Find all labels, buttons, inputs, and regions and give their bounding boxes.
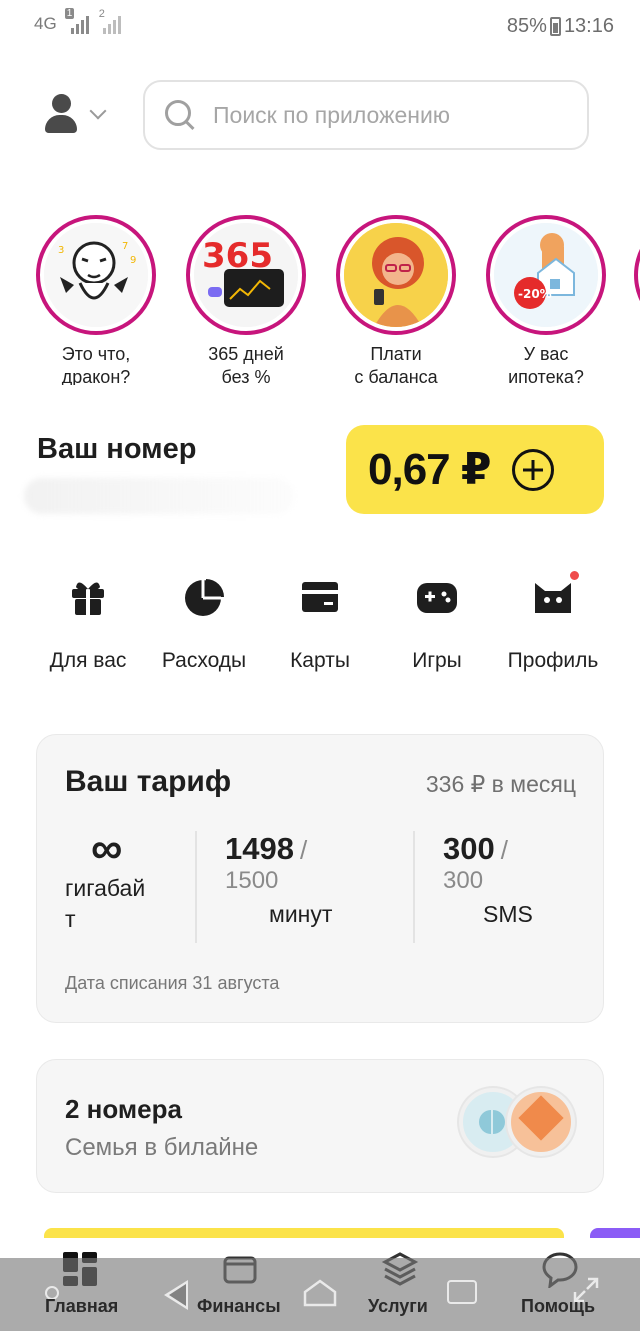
balance-amount: 0,67 ₽ (368, 445, 491, 494)
search-input[interactable] (213, 101, 573, 129)
quick-action-profile[interactable]: Профиль (493, 569, 613, 673)
back-icon[interactable] (164, 1280, 188, 1310)
battery-icon (549, 17, 561, 36)
phone-number-masked (24, 478, 294, 514)
sim1-badge: 1 (64, 8, 75, 19)
sms-unit: SMS (483, 901, 533, 927)
sms-total: 300 (443, 867, 484, 894)
profile-menu[interactable] (44, 94, 107, 134)
search-bar[interactable] (143, 80, 589, 150)
member-avatar-icon (507, 1088, 575, 1156)
tariff-card[interactable]: Ваш тариф 336 ₽ в месяц ∞ гигабай т 1498… (36, 734, 604, 1023)
credit-card-illustration: 365 (194, 223, 298, 327)
battery-percent: 85% (506, 15, 547, 37)
tariff-title: Ваш тариф (65, 765, 232, 798)
number-title: Ваш номер (37, 433, 197, 465)
tab-label: Услуги (368, 1296, 428, 1316)
story-item[interactable]: 365 365 дней без % (186, 215, 306, 385)
status-right: 85% 13:16 (507, 15, 614, 38)
gamepad-icon (415, 575, 459, 619)
story-item-partial[interactable] (634, 215, 640, 335)
dragon-illustration: 3 7 9 (44, 223, 148, 327)
internet-metric: ∞ гигабай т (65, 824, 195, 943)
story-item[interactable]: Плати с баланса (336, 215, 456, 385)
quick-action-cards[interactable]: Карты (260, 575, 380, 673)
card-icon (298, 575, 342, 619)
avatar-icon[interactable] (44, 94, 78, 134)
gift-icon (66, 575, 110, 619)
svg-text:7: 7 (122, 241, 128, 252)
stories-carousel[interactable]: 3 7 9 Это что, дракон? 365 365 дней без … (36, 215, 640, 385)
signal-sim1-icon: 1 (64, 8, 89, 34)
top-up-icon[interactable] (512, 448, 555, 491)
story-ring[interactable] (336, 215, 456, 335)
cat-profile-icon (531, 569, 581, 619)
quick-action-label: Для вас (49, 649, 127, 672)
story-ring[interactable] (634, 215, 640, 335)
story-art-text: -20% (518, 287, 552, 301)
svg-text:9: 9 (130, 255, 136, 266)
quick-actions: Для вас Расходы Карты Игры Профиль (0, 569, 640, 685)
quick-action-games[interactable]: Игры (377, 575, 497, 673)
minutes-used: 1498 (225, 831, 294, 866)
family-title: 2 номера (65, 1094, 182, 1124)
signal-sim2-icon: 2 (99, 8, 121, 34)
tab-label: Финансы (197, 1296, 281, 1316)
pie-chart-icon (182, 575, 226, 619)
story-ring[interactable]: -20% (486, 215, 606, 335)
minutes-unit: минут (269, 901, 333, 927)
story-caption: 365 дней без % (208, 344, 284, 385)
chevron-down-icon[interactable] (89, 102, 107, 120)
quick-action-label: Профиль (507, 649, 599, 672)
family-subtitle: Семья в билайне (65, 1134, 259, 1161)
svg-text:3: 3 (58, 245, 64, 256)
quick-action-label: Карты (290, 649, 350, 672)
story-caption: Это что, дракон? (61, 344, 131, 385)
notification-dot (568, 569, 581, 582)
family-card[interactable]: 2 номера Семья в билайне (36, 1059, 604, 1193)
sms-used: 300 (443, 831, 495, 866)
quick-action-for-you[interactable]: Для вас (28, 575, 148, 673)
infinity-icon: ∞ (91, 824, 123, 873)
tab-label: Помощь (521, 1296, 596, 1316)
balance-button[interactable]: 0,67 ₽ (346, 425, 604, 514)
quick-action-expenses[interactable]: Расходы (144, 575, 264, 673)
tariff-price: 336 ₽ в месяц (425, 771, 576, 797)
charge-date: Дата списания 31 августа (65, 973, 280, 993)
status-left: 4G 1 2 (34, 8, 121, 34)
network-type: 4G (34, 14, 57, 33)
minutes-total: 1500 (225, 867, 279, 894)
tab-label: Главная (45, 1296, 119, 1316)
sms-metric: 300/ 300 SMS (413, 831, 603, 943)
story-item[interactable]: 3 7 9 Это что, дракон? (36, 215, 156, 385)
quick-action-label: Игры (412, 649, 462, 672)
story-ring[interactable]: 365 (186, 215, 306, 335)
system-navigation-bar (0, 1258, 640, 1331)
story-caption: Плати с баланса (354, 344, 438, 385)
house-discount-illustration: -20% (494, 223, 598, 327)
woman-with-phone-illustration (344, 223, 448, 327)
story-ring[interactable]: 3 7 9 (36, 215, 156, 335)
search-icon (165, 100, 195, 130)
internet-unit: гигабай т (65, 875, 146, 932)
status-bar: 4G 1 2 85% 13:16 (0, 0, 640, 52)
minutes-metric: 1498/ 1500 минут (195, 831, 415, 943)
recent-apps-icon[interactable] (447, 1280, 477, 1304)
next-card-peek-2 (590, 1228, 640, 1238)
clock: 13:16 (563, 15, 614, 37)
quick-action-label: Расходы (161, 649, 247, 672)
story-item[interactable]: -20% У вас ипотека? (486, 215, 606, 385)
home-icon[interactable] (302, 1278, 338, 1308)
next-card-peek (44, 1228, 564, 1238)
story-caption: У вас ипотека? (508, 344, 584, 385)
sim2-badge: 2 (98, 8, 105, 20)
